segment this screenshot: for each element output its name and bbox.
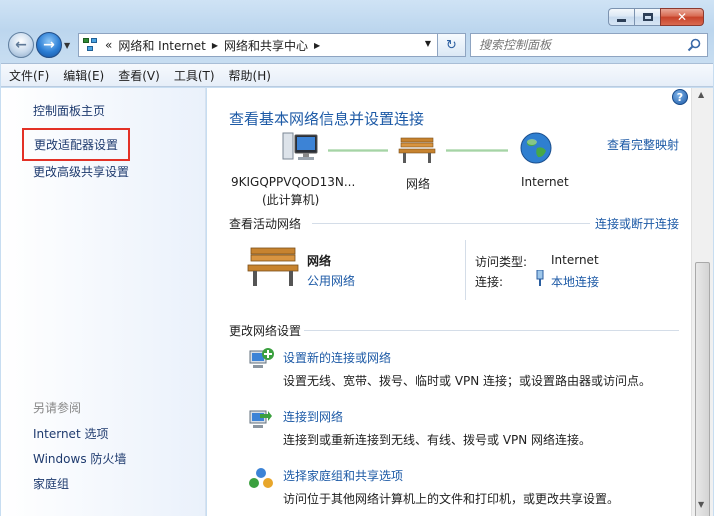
refresh-button[interactable]: ↻ [438, 33, 466, 57]
connection-line [328, 149, 388, 152]
bench-network-icon [247, 247, 299, 286]
new-connection-icon [249, 348, 274, 368]
scroll-up-icon[interactable]: ▲ [698, 90, 704, 99]
local-connection-link[interactable]: 本地连接 [551, 273, 599, 290]
forward-arrow-icon: → [43, 37, 55, 53]
access-type-label: 访问类型: [475, 255, 528, 269]
menu-tools[interactable]: 工具(T) [174, 67, 215, 84]
computer-name-label: 9KIGQPPVQOD13N... [231, 175, 356, 189]
breadcrumb-network-internet[interactable]: 网络和 Internet [118, 37, 205, 54]
access-type-value: Internet [551, 253, 599, 267]
section-divider [312, 223, 590, 224]
setup-new-connection-desc: 设置无线、宽带、拨号、临时或 VPN 连接；或设置路由器或访问点。 [283, 374, 652, 388]
view-full-map-link[interactable]: 查看完整映射 [607, 136, 679, 153]
connection-label: 连接: [475, 275, 504, 289]
globe-internet-icon [520, 132, 552, 164]
recent-pages-dropdown[interactable]: ▼ [64, 41, 70, 50]
active-networks-heading: 查看活动网络 [229, 217, 302, 231]
internet-node-label: Internet [521, 175, 569, 189]
search-box[interactable] [470, 33, 708, 57]
control-panel-home-link[interactable]: 控制面板主页 [33, 102, 105, 119]
back-button[interactable]: ← [8, 32, 34, 58]
change-settings-heading: 更改网络设置 [229, 324, 302, 338]
maximize-icon [642, 13, 653, 21]
change-advanced-sharing-link[interactable]: 更改高级共享设置 [33, 163, 129, 180]
public-network-link[interactable]: 公用网络 [307, 272, 355, 289]
menu-view[interactable]: 查看(V) [118, 67, 160, 84]
scrollbar-thumb[interactable] [695, 262, 710, 516]
minimize-icon [617, 18, 626, 22]
active-network-name: 网络 [307, 254, 332, 268]
internet-options-link[interactable]: Internet 选项 [33, 425, 108, 442]
vertical-scrollbar[interactable]: ▲ ▼ [691, 88, 713, 516]
bench-network-icon [398, 137, 436, 163]
connection-line [446, 149, 508, 152]
help-icon[interactable]: ? [672, 89, 688, 105]
menu-file[interactable]: 文件(F) [9, 67, 49, 84]
scroll-down-icon[interactable]: ▼ [698, 500, 704, 509]
close-button[interactable]: ✕ [660, 8, 704, 26]
setup-new-connection-link[interactable]: 设置新的连接或网络 [283, 349, 391, 366]
connect-network-icon [249, 410, 272, 428]
breadcrumb-separator-icon[interactable]: ▶ [314, 41, 320, 50]
breadcrumb-network-sharing-center[interactable]: 网络和共享中心 [224, 37, 308, 54]
page-title: 查看基本网络信息并设置连接 [229, 110, 425, 128]
homegroup-sharing-link[interactable]: 选择家庭组和共享选项 [283, 467, 403, 484]
search-input[interactable] [479, 38, 679, 52]
navigation-bar: ← → ▼ « 网络和 Internet ▶ 网络和共享中心 ▶ ▼ ↻ [6, 32, 708, 58]
ethernet-plug-icon [536, 270, 544, 286]
homegroup-link[interactable]: 家庭组 [33, 475, 69, 492]
breadcrumb-overflow[interactable]: « [105, 38, 112, 52]
windows-firewall-link[interactable]: Windows 防火墙 [33, 450, 126, 467]
this-computer-label: (此计算机) [262, 193, 320, 207]
menu-bar: 文件(F) 编辑(E) 查看(V) 工具(T) 帮助(H) [1, 63, 713, 87]
vertical-divider [465, 240, 466, 300]
connect-to-network-link[interactable]: 连接到网络 [283, 408, 343, 425]
homegroup-icon [249, 468, 273, 488]
chevron-down-icon: ▼ [64, 41, 71, 50]
computer-icon [282, 132, 318, 160]
forward-button[interactable]: → [36, 32, 62, 58]
refresh-icon: ↻ [446, 37, 457, 53]
back-arrow-icon: ← [15, 37, 27, 53]
close-icon: ✕ [676, 10, 688, 24]
breadcrumb-separator-icon[interactable]: ▶ [212, 41, 218, 50]
search-icon[interactable] [687, 38, 701, 52]
menu-edit[interactable]: 编辑(E) [63, 67, 104, 84]
see-also-heading: 另请参阅 [33, 401, 82, 415]
change-adapter-settings-label: 更改适配器设置 [34, 138, 119, 152]
maximize-button[interactable] [634, 8, 660, 26]
connect-to-network-desc: 连接到或重新连接到无线、有线、拨号或 VPN 网络连接。 [283, 433, 592, 447]
menu-help[interactable]: 帮助(H) [229, 67, 271, 84]
network-location-icon [83, 38, 99, 52]
caption-buttons: ✕ [608, 8, 704, 26]
address-dropdown-icon[interactable]: ▼ [425, 39, 431, 48]
change-adapter-settings-link[interactable]: 更改适配器设置 [22, 128, 131, 161]
address-bar[interactable]: « 网络和 Internet ▶ 网络和共享中心 ▶ ▼ [78, 33, 438, 57]
connect-disconnect-link[interactable]: 连接或断开连接 [595, 215, 679, 232]
section-divider [304, 330, 679, 331]
network-node-label: 网络 [406, 177, 431, 191]
minimize-button[interactable] [608, 8, 634, 26]
homegroup-sharing-desc: 访问位于其他网络计算机上的文件和打印机，或更改共享设置。 [283, 492, 620, 506]
